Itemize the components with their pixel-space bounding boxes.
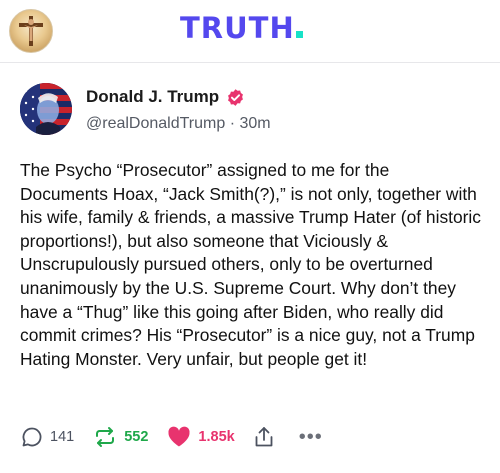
repost-button[interactable]: 552 (92, 425, 148, 449)
top-bar: TRUTH (0, 0, 500, 63)
reply-button[interactable]: 141 (20, 425, 74, 449)
share-icon (255, 427, 273, 447)
more-dots-icon[interactable]: ••• (299, 427, 323, 447)
reply-bubble-icon (22, 427, 42, 447)
meta-separator: · (229, 115, 236, 132)
like-button[interactable]: 1.85k (166, 425, 235, 449)
repost-icon (96, 427, 115, 447)
post-actions: 141 552 1.85k ••• (20, 424, 323, 450)
post-body-text: The Psycho “Prosecutor” assigned to me f… (20, 160, 481, 369)
like-count: 1.85k (198, 429, 235, 445)
post-time[interactable]: 30m (240, 115, 271, 132)
author-display-name[interactable]: Donald J. Trump (86, 87, 219, 107)
crucifix-avatar-graphic (19, 16, 43, 46)
author-name-row: Donald J. Trump (86, 87, 245, 107)
author-handle[interactable]: @realDonaldTrump (86, 115, 225, 132)
author-avatar-graphic (20, 83, 72, 135)
repost-count: 552 (124, 429, 149, 445)
truth-logo[interactable]: TRUTH (180, 11, 303, 45)
author-meta: @realDonaldTrump · 30m (86, 115, 271, 133)
post: Donald J. Trump @realDonaldTrump · 30m T… (0, 63, 500, 473)
user-avatar-icon[interactable] (9, 9, 53, 53)
heart-icon (168, 426, 191, 447)
verified-badge-icon (226, 88, 245, 107)
reply-count: 141 (50, 429, 75, 445)
share-button[interactable] (253, 425, 275, 449)
author-avatar[interactable] (20, 83, 72, 135)
brand-name: TRUTH (180, 11, 295, 45)
brand-dot (295, 31, 303, 38)
truth-social-page: TRUTH Donald J. Trump @realDonaldTrump ·… (0, 0, 500, 473)
